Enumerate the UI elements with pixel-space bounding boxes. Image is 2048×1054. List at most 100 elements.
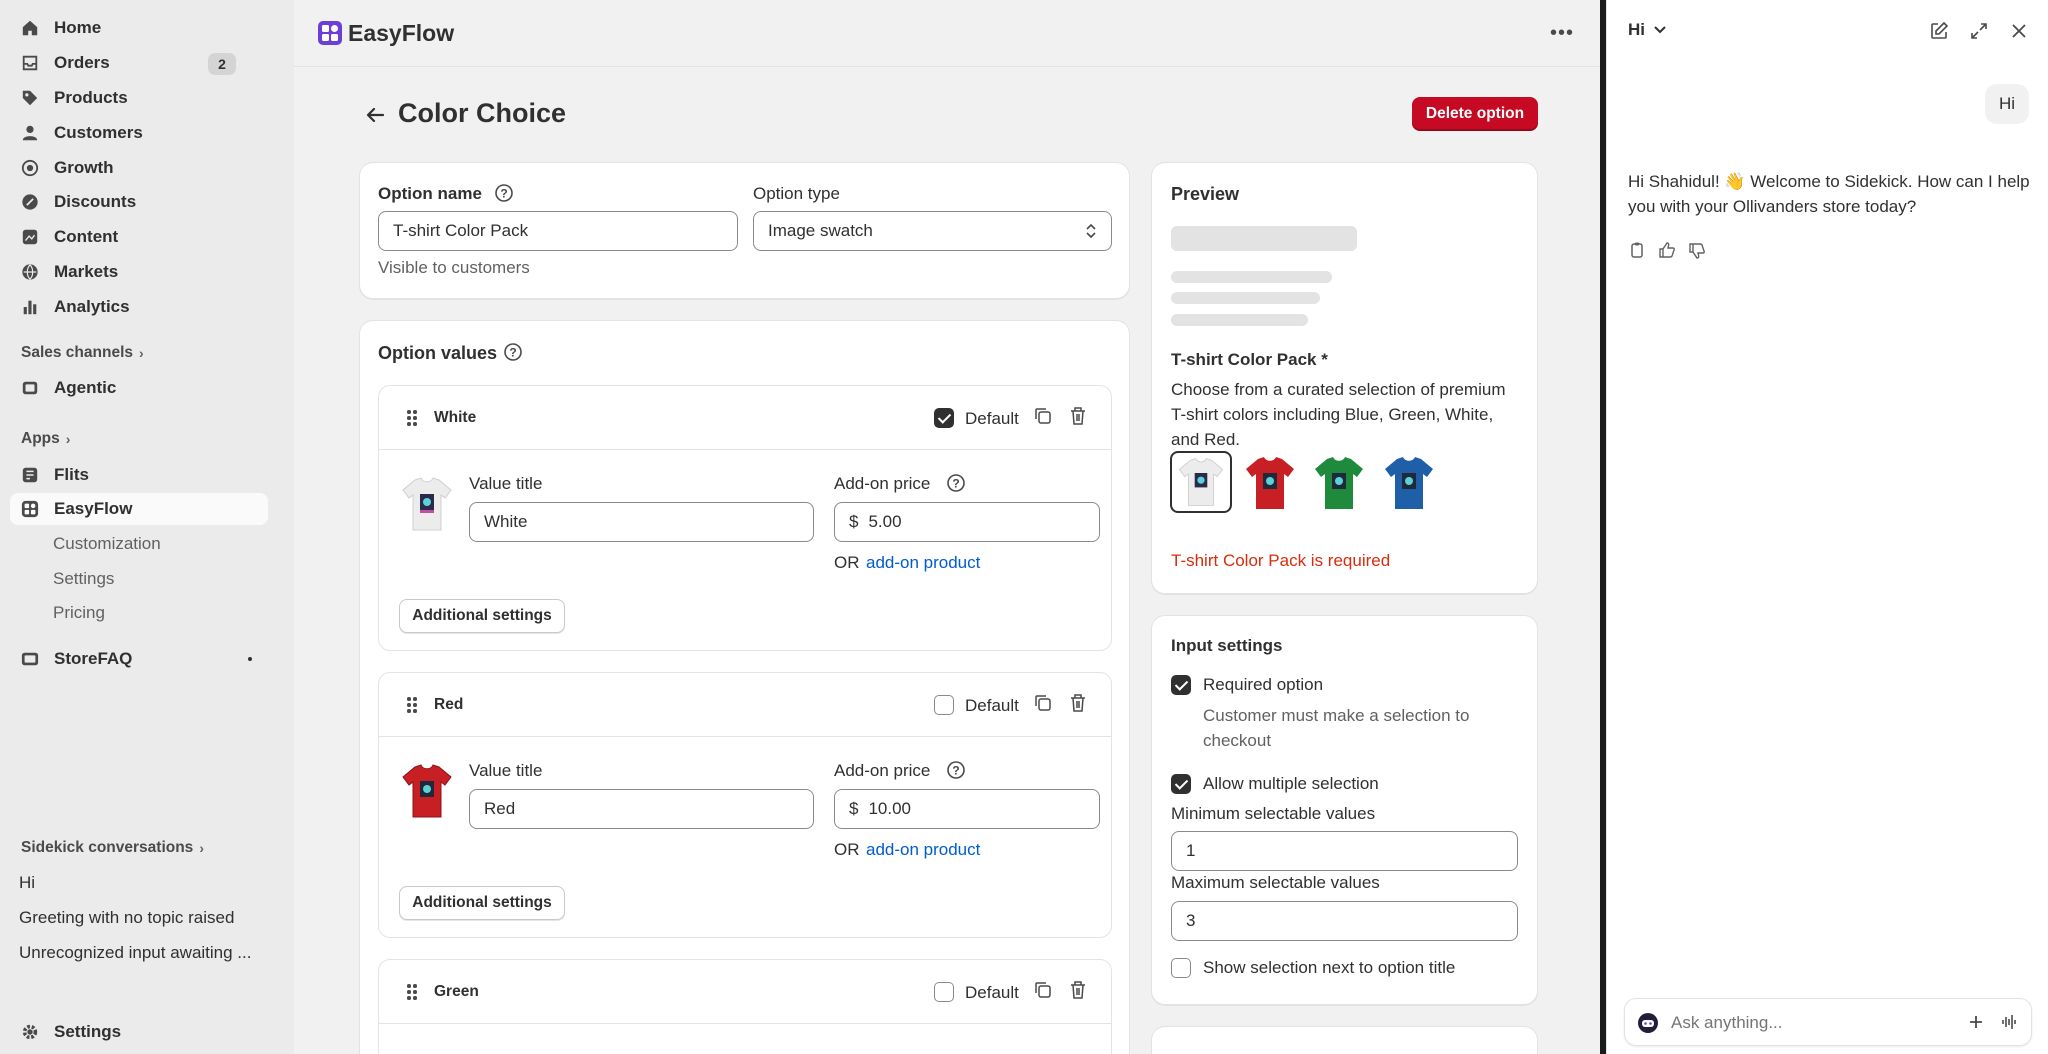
nav-customers[interactable]: Customers <box>10 117 268 149</box>
default-checkbox[interactable] <box>934 695 954 715</box>
nav-products[interactable]: Products <box>10 82 268 114</box>
swatch-red[interactable] <box>1240 453 1300 513</box>
option-name-input[interactable]: T-shirt Color Pack <box>378 211 738 251</box>
sales-channels-label: Sales channels <box>21 344 134 361</box>
addon-price-value: 10.00 <box>868 799 912 818</box>
addon-product-link[interactable]: add-on product <box>866 553 980 573</box>
nav-discounts[interactable]: Discounts <box>10 186 268 218</box>
value-title-label: Value title <box>469 761 543 780</box>
addon-product-link[interactable]: add-on product <box>866 840 980 860</box>
value-image-thumbnail[interactable] <box>397 761 457 821</box>
easyflow-icon <box>20 499 40 519</box>
value-title-input[interactable]: Red <box>469 789 814 829</box>
trash-icon[interactable] <box>1069 406 1087 431</box>
drag-handle-icon[interactable] <box>407 984 417 1000</box>
nav-flits[interactable]: Flits <box>10 459 268 491</box>
nav-easyflow[interactable]: EasyFlow <box>10 493 268 525</box>
nav-label: Growth <box>54 158 114 177</box>
svg-text:?: ? <box>509 346 516 360</box>
value-title-input[interactable]: White <box>469 502 814 542</box>
help-circle-icon[interactable]: ? <box>503 342 523 362</box>
value-title-label: Value title <box>469 474 543 493</box>
nav-label: Orders <box>54 53 110 72</box>
duplicate-icon[interactable] <box>1034 407 1052 430</box>
additional-settings-button[interactable]: Additional settings <box>399 599 565 633</box>
addon-price-input[interactable]: $ 10.00 <box>834 789 1100 829</box>
sales-channels-header[interactable]: Sales channels › <box>21 344 144 362</box>
voice-icon[interactable] <box>2000 1013 2018 1036</box>
nav-analytics[interactable]: Analytics <box>10 291 268 323</box>
min-selectable-input[interactable]: 1 <box>1171 831 1518 871</box>
nav-label: EasyFlow <box>54 499 133 518</box>
show-selection-checkbox[interactable] <box>1171 958 1191 978</box>
default-checkbox[interactable] <box>934 982 954 1002</box>
swatch-white[interactable] <box>1170 451 1232 513</box>
copy-icon[interactable] <box>1628 241 1646 264</box>
nav-pricing[interactable]: Pricing <box>53 603 105 623</box>
back-arrow-icon[interactable] <box>363 102 389 128</box>
nav-label: Analytics <box>54 297 130 316</box>
nav-content[interactable]: Content <box>10 221 268 253</box>
nav-label: Agentic <box>54 378 117 397</box>
preview-description: Choose from a curated selection of premi… <box>1171 380 1506 449</box>
new-chat-icon[interactable] <box>1929 21 1949 46</box>
nav-home[interactable]: Home <box>10 12 268 44</box>
apps-header[interactable]: Apps › <box>21 430 70 448</box>
conversation-item[interactable]: Unrecognized input awaiting ... <box>19 943 251 963</box>
default-checkbox[interactable] <box>934 408 954 428</box>
trash-icon[interactable] <box>1069 980 1087 1005</box>
drag-handle-icon[interactable] <box>407 697 417 713</box>
close-icon[interactable] <box>2009 21 2029 46</box>
addon-price-label: Add-on price <box>834 761 931 780</box>
duplicate-icon[interactable] <box>1034 694 1052 717</box>
additional-settings-button[interactable]: Additional settings <box>399 886 565 920</box>
duplicate-icon[interactable] <box>1034 981 1052 1004</box>
nav-orders[interactable]: Orders 2 <box>10 47 268 79</box>
select-arrows-icon <box>1085 222 1097 245</box>
nav-easyflow-settings[interactable]: Settings <box>53 569 114 589</box>
conversation-item[interactable]: Hi <box>19 873 35 893</box>
sidekick-input-box[interactable] <box>1624 998 2032 1046</box>
option-type-select[interactable]: Image swatch <box>753 211 1112 251</box>
max-selectable-label: Maximum selectable values <box>1171 873 1380 892</box>
value-name: Green <box>434 983 479 1000</box>
delete-option-button[interactable]: Delete option <box>1412 97 1538 131</box>
allow-multiple-checkbox[interactable] <box>1171 774 1191 794</box>
nav-markets[interactable]: Markets <box>10 256 268 288</box>
required-option-checkbox[interactable] <box>1171 675 1191 695</box>
swatch-blue[interactable] <box>1379 453 1439 513</box>
thumbs-down-icon[interactable] <box>1688 242 1706 265</box>
drag-handle-icon[interactable] <box>407 410 417 426</box>
help-circle-icon[interactable]: ? <box>494 183 514 203</box>
sidekick-input[interactable] <box>1671 1011 1941 1035</box>
conversation-item[interactable]: Greeting with no topic raised <box>19 908 234 928</box>
plus-icon[interactable] <box>1967 1013 1985 1036</box>
nav-agentic[interactable]: Agentic <box>10 372 268 404</box>
nav-label: Content <box>54 227 119 246</box>
conversation-title: Hi <box>1628 20 1645 39</box>
show-selection-label: Show selection next to option title <box>1203 958 1456 977</box>
max-selectable-input[interactable]: 3 <box>1171 901 1518 941</box>
trash-icon[interactable] <box>1069 693 1087 718</box>
required-option-label: Required option <box>1203 675 1324 694</box>
thumbs-up-icon[interactable] <box>1658 241 1676 264</box>
currency-symbol: $ <box>849 799 859 818</box>
addon-price-input[interactable]: $ 5.00 <box>834 502 1100 542</box>
help-circle-icon[interactable]: ? <box>946 473 966 498</box>
nav-growth[interactable]: Growth <box>10 152 268 184</box>
ellipsis-icon[interactable]: ••• <box>1550 22 1574 45</box>
help-circle-icon[interactable]: ? <box>946 760 966 785</box>
conversation-title-dropdown[interactable]: Hi <box>1628 20 1667 40</box>
swatch-green[interactable] <box>1309 453 1369 513</box>
option-value-red: Red Default Value title Red Add-on price… <box>378 672 1112 938</box>
nav-storefaq[interactable]: StoreFAQ <box>10 643 268 675</box>
nav-settings[interactable]: Settings <box>10 1016 268 1048</box>
tag-icon <box>20 88 40 108</box>
expand-icon[interactable] <box>1969 21 1989 46</box>
default-label: Default <box>965 983 1019 1002</box>
value-image-thumbnail[interactable] <box>397 474 457 534</box>
sidekick-conversations-header[interactable]: Sidekick conversations › <box>21 839 204 857</box>
sidekick-avatar-icon <box>1637 1012 1659 1039</box>
app-title: EasyFlow <box>348 20 455 46</box>
nav-customization[interactable]: Customization <box>53 534 161 554</box>
